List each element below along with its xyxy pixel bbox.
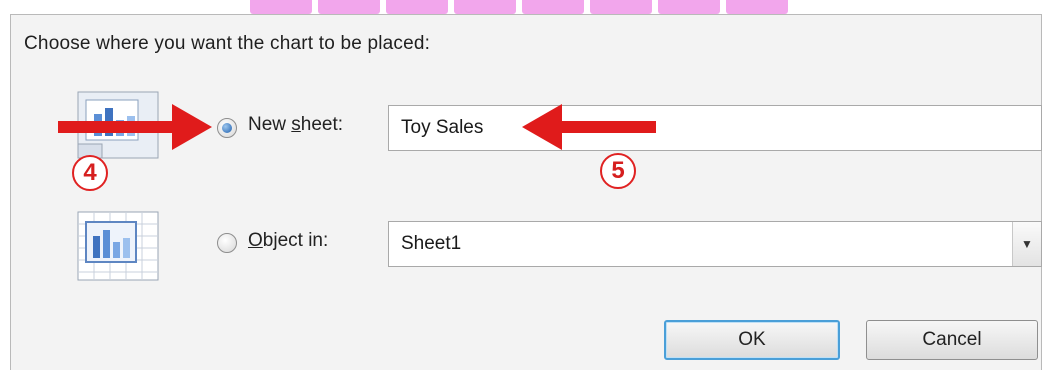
step-4-badge: 4	[72, 155, 108, 191]
arrow-left-icon	[522, 104, 656, 150]
annotation-arrows	[58, 104, 656, 150]
arrow-right-icon	[58, 104, 212, 150]
step-5-badge: 5	[600, 153, 636, 189]
